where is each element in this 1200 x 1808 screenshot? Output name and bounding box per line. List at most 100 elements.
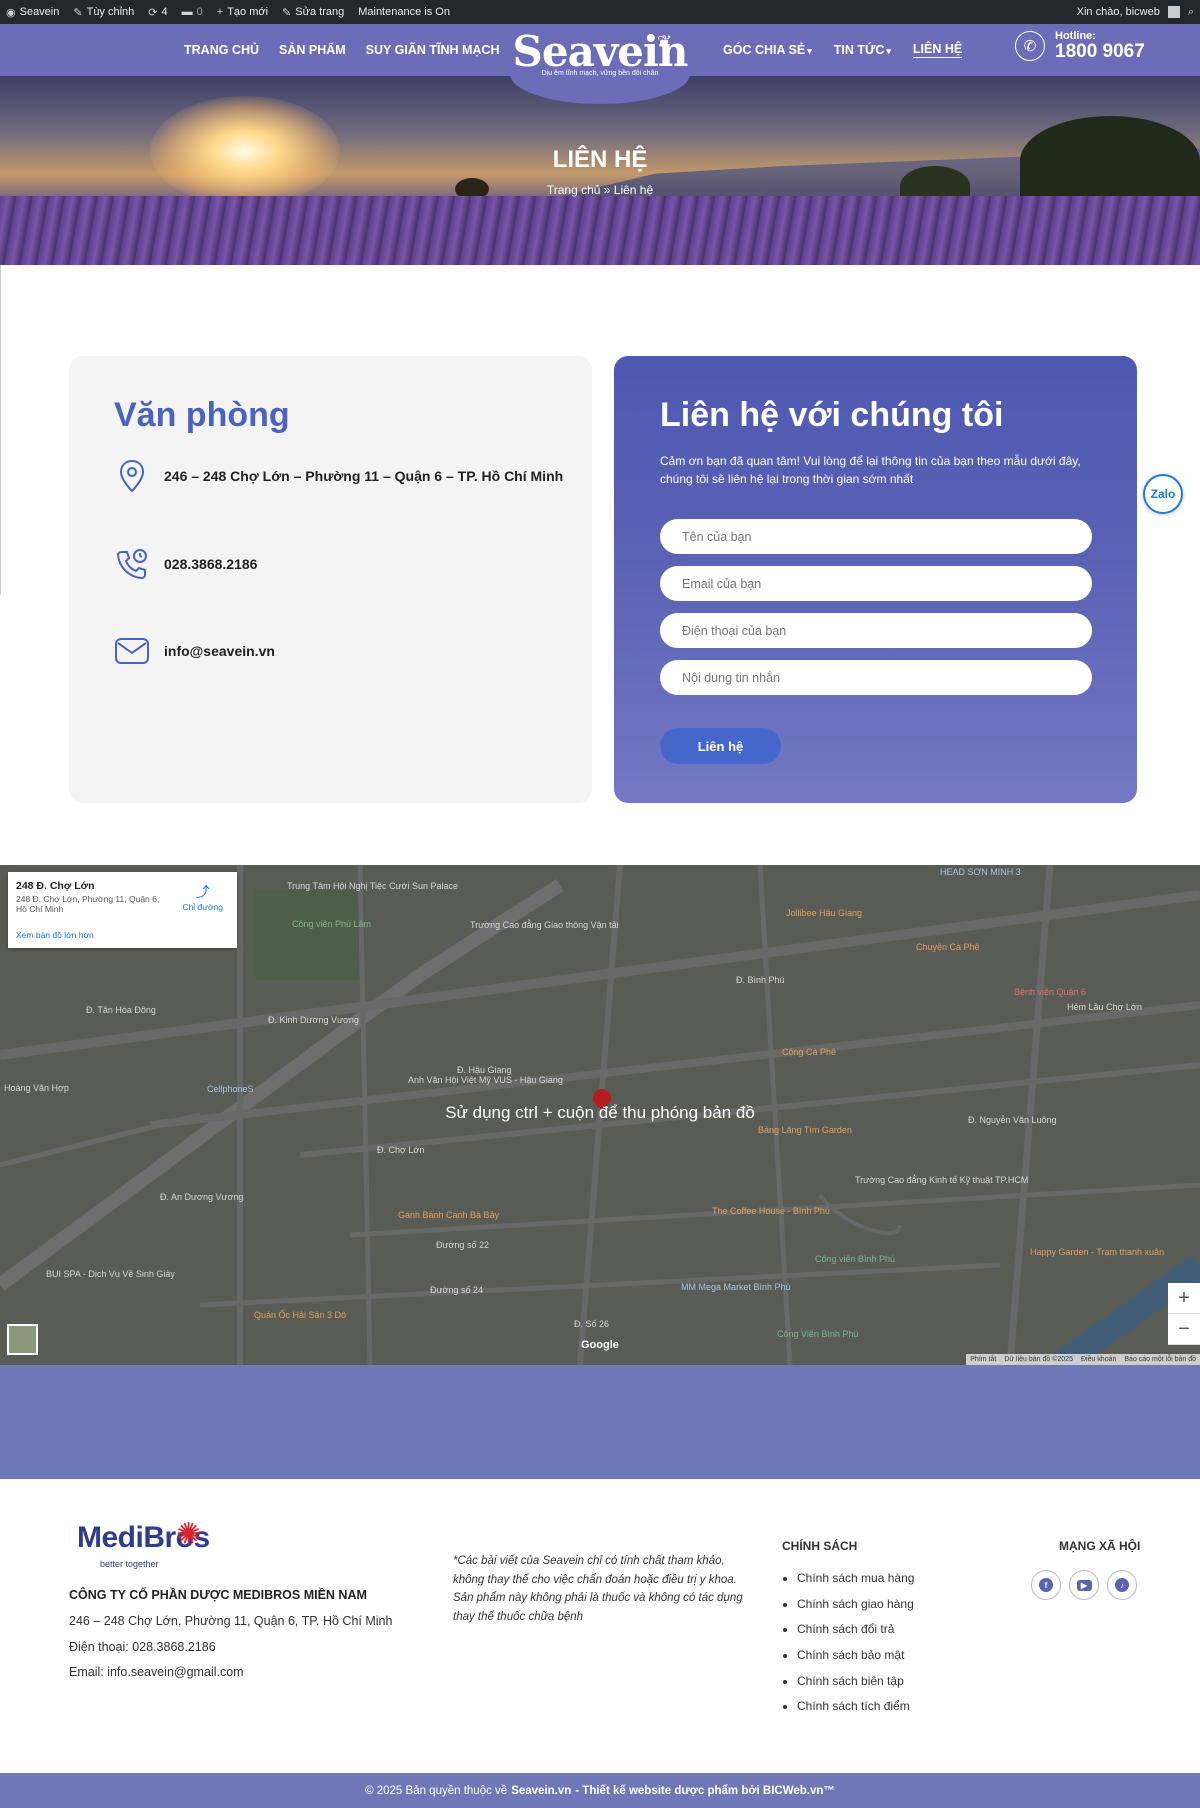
office-address: 246 – 248 Chợ Lớn – Phường 11 – Quận 6 –…	[164, 468, 564, 484]
map-data-credit: Dữ liệu bản đồ ©2025	[1004, 1356, 1073, 1363]
map-place-label: Công viên Bình Phú	[815, 1254, 896, 1264]
map-street-label: Đ. An Dương Vương	[160, 1192, 244, 1202]
map-place-label: Anh Văn Hội Việt Mỹ VUS - Hậu Giang	[408, 1075, 563, 1085]
map-terms-link[interactable]: Điều khoản	[1081, 1356, 1116, 1363]
admin-updates-count: 4	[161, 6, 168, 18]
plus-icon: +	[216, 6, 224, 18]
map-place-label: Cộng Cà Phê	[782, 1047, 837, 1057]
map-street-label: Đ. Bình Phú	[736, 975, 785, 985]
map-place-label: BUI SPA - Dịch Vụ Về Sinh Giày	[46, 1269, 175, 1279]
submit-button[interactable]: Liên hệ	[660, 728, 781, 764]
directions-label: Chỉ đường	[182, 902, 223, 912]
divider	[0, 265, 1, 595]
phone-icon: ✆	[1015, 31, 1045, 61]
map-place-label: Quán Ốc Hải Sản 3 Dô	[254, 1310, 347, 1320]
footer-company-name: CÔNG TY CỔ PHẦN DƯỢC MEDIBROS MIỀN NAM	[69, 1588, 367, 1602]
email-input[interactable]	[660, 566, 1092, 601]
banner-lavender-field	[0, 196, 1200, 265]
map-street-label: Đ. Chợ Lớn	[377, 1145, 425, 1155]
map-street-label: Đ. Tân Hòa Đông	[86, 1005, 156, 1015]
policy-link[interactable]: Chính sách mua hàng	[797, 1571, 914, 1597]
office-email-row: info@seavein.vn	[114, 633, 275, 669]
nav-item-products[interactable]: SẢN PHẨM	[279, 43, 346, 57]
copyright-prefix: © 2025 Bản quyền thuộc về	[365, 1784, 508, 1797]
map-place-label: Trường Cao đẳng Giao thông Vận tải	[470, 920, 619, 930]
office-email[interactable]: info@seavein.vn	[164, 643, 275, 659]
policy-link[interactable]: Chính sách bảo mật	[797, 1648, 914, 1674]
directions-icon: ⤴	[195, 884, 210, 900]
admin-comments-link[interactable]: ▬ 0	[182, 6, 203, 18]
policy-link[interactable]: Chính sách giao hàng	[797, 1597, 914, 1623]
admin-customize-link[interactable]: ✎ Tùy chỉnh	[73, 6, 134, 19]
admin-bar: ◉ Seavein ✎ Tùy chỉnh ⟳ 4 ▬ 0 + Tạo mới …	[0, 0, 1200, 24]
map-street-label: Hoàng Văn Hợp	[4, 1083, 69, 1093]
map-info-card: 248 Đ. Chợ Lớn 248 Đ. Chợ Lớn, Phường 11…	[8, 872, 237, 948]
page-title: LIÊN HỆ	[552, 146, 648, 173]
admin-site-link[interactable]: ◉ Seavein	[6, 6, 59, 19]
youtube-icon: ▶	[1076, 1579, 1092, 1591]
admin-edit-link[interactable]: ✎ Sửa trang	[282, 6, 344, 19]
map-shortcuts-link[interactable]: Phím tắt	[970, 1356, 996, 1363]
speedometer-icon: ◉	[6, 6, 16, 19]
map-place-label: Gánh Bánh Canh Bà Bảy	[398, 1210, 500, 1220]
admin-maintenance-link[interactable]: Maintenance is On	[358, 6, 450, 18]
map-place-label: HEAD SƠN MINH 3	[940, 867, 1021, 877]
mail-icon	[114, 633, 150, 669]
nav-item-news[interactable]: TIN TỨC ▾	[834, 43, 891, 57]
zoom-out-button[interactable]: −	[1168, 1314, 1200, 1345]
office-phone[interactable]: 028.3868.2186	[164, 556, 257, 572]
phone-input[interactable]	[660, 613, 1092, 648]
map-report-link[interactable]: Báo cáo một lỗi bản đồ	[1124, 1356, 1196, 1363]
zalo-label: Zalo	[1150, 487, 1176, 501]
map-place-label: Bảng Lăng Tím Garden	[758, 1125, 852, 1135]
breadcrumb[interactable]: Trang chủ » Liên hệ	[0, 183, 1200, 197]
nav-item-varicose[interactable]: SUY GIÃN TĨNH MẠCH	[366, 43, 500, 57]
tiktok-link[interactable]: ♪	[1107, 1570, 1137, 1600]
footer-social-title: MẠNG XÃ HỘI	[1059, 1539, 1141, 1553]
facebook-link[interactable]: f	[1031, 1570, 1061, 1600]
search-icon[interactable]: ⌕	[1188, 6, 1194, 19]
admin-site-label: Seavein	[19, 6, 60, 18]
policy-link[interactable]: Chính sách đổi trả	[797, 1622, 914, 1648]
footer-email: Email: info.seavein@gmail.com	[69, 1665, 244, 1679]
map-place-label: Happy Garden - Trạm thanh xuân	[1030, 1247, 1165, 1257]
name-input[interactable]	[660, 519, 1092, 554]
satellite-toggle[interactable]	[7, 1324, 38, 1355]
leaf-icon: ❦	[656, 32, 672, 52]
google-map[interactable]: Trung Tâm Hội Nghị Tiệc Cưới Sun Palace …	[0, 865, 1200, 1365]
copyright-suffix[interactable]: - Thiết kế website dược phẩm bởi BICWeb.…	[575, 1785, 835, 1797]
policy-link[interactable]: Chính sách biên tập	[797, 1674, 914, 1700]
facebook-icon: f	[1039, 1578, 1053, 1592]
hotline[interactable]: ✆ Hotline: 1800 9067	[1015, 30, 1145, 62]
policy-link[interactable]: Chính sách tích điểm	[797, 1699, 914, 1725]
map-place-label: Công viên Phú Lâm	[292, 919, 372, 929]
map-place-label: MM Mega Market Bình Phú	[681, 1282, 791, 1292]
map-place-label: Hẻm Lầu Chợ Lớn	[1067, 1002, 1142, 1012]
message-input[interactable]	[660, 660, 1092, 695]
nav-item-sharing[interactable]: GÓC CHIA SẺ ▾	[723, 43, 812, 57]
copyright-site-link[interactable]: Seavein.vn	[511, 1785, 571, 1797]
map-place-label: Bệnh viện Quận 6	[1014, 987, 1087, 997]
map-street-label: Đ. Số 26	[574, 1319, 610, 1329]
admin-new-link[interactable]: + Tạo mới	[217, 6, 268, 18]
color-band	[0, 1365, 1200, 1479]
office-phone-row: 028.3868.2186	[114, 546, 257, 582]
admin-greeting[interactable]: Xin chào, bicweb	[1077, 6, 1160, 18]
site-logo[interactable]: Seavein Dịu êm tĩnh mạch, vững bền đôi c…	[510, 24, 690, 104]
admin-new-label: Tạo mới	[227, 6, 269, 18]
copyright-bar: © 2025 Bản quyền thuộc về Seavein.vn - T…	[0, 1773, 1200, 1808]
map-place-label: Trường Cao đẳng Kinh tế Kỹ thuật TP.HCM	[855, 1175, 1029, 1185]
avatar[interactable]	[1167, 6, 1180, 18]
location-icon	[114, 458, 150, 494]
youtube-link[interactable]: ▶	[1069, 1570, 1099, 1600]
nav-item-home[interactable]: TRANG CHỦ	[184, 43, 259, 57]
zalo-chat-button[interactable]: Zalo	[1143, 474, 1183, 514]
larger-map-link[interactable]: Xem bản đồ lớn hơn	[16, 930, 94, 940]
admin-updates-link[interactable]: ⟳ 4	[148, 6, 167, 19]
zoom-in-button[interactable]: +	[1168, 1283, 1200, 1314]
chevron-down-icon: ▾	[807, 46, 812, 56]
map-street-label: Đường số 24	[430, 1285, 483, 1295]
directions-button[interactable]: ⤴ Chỉ đường	[182, 882, 223, 912]
nav-item-contact[interactable]: LIÊN HỆ	[912, 42, 963, 58]
chevron-down-icon: ▾	[886, 46, 891, 56]
